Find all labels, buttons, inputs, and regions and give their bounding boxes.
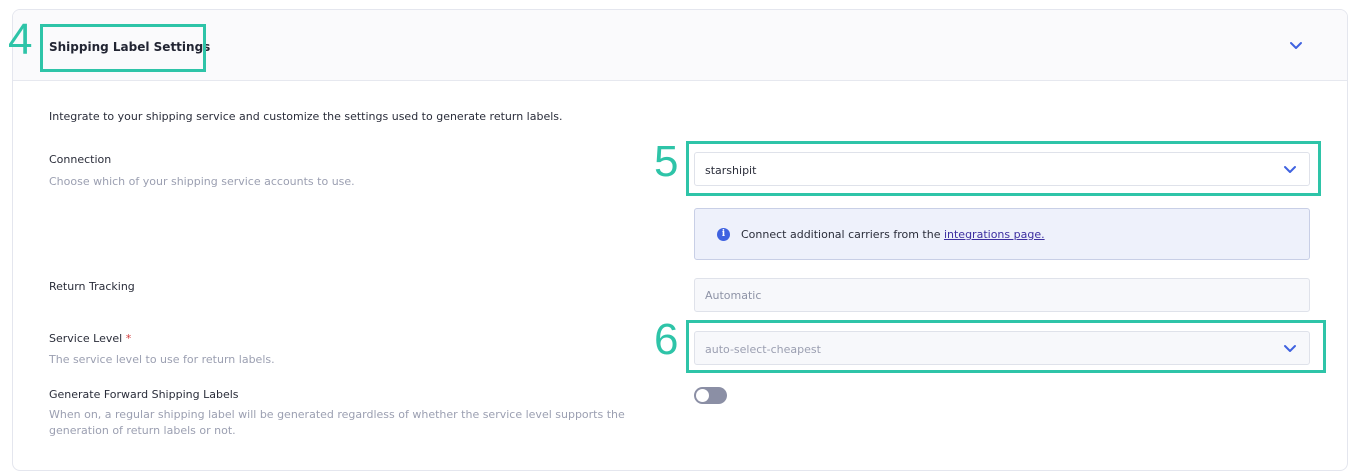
annotation-number-5: 5 bbox=[654, 137, 679, 186]
service-level-label: Service Level * bbox=[49, 332, 131, 345]
info-text: Connect additional carriers from the int… bbox=[741, 228, 1045, 241]
return-tracking-field[interactable]: Automatic bbox=[694, 278, 1310, 312]
annotation-number-6: 6 bbox=[654, 315, 679, 364]
connection-help: Choose which of your shipping service ac… bbox=[49, 175, 355, 188]
connection-label: Connection bbox=[49, 153, 112, 166]
annotation-box-5 bbox=[686, 141, 1321, 196]
required-indicator: * bbox=[125, 332, 132, 345]
info-banner: i Connect additional carriers from the i… bbox=[694, 208, 1310, 260]
info-message: Connect additional carriers from the bbox=[741, 228, 944, 241]
section-description: Integrate to your shipping service and c… bbox=[49, 110, 563, 123]
chevron-down-icon[interactable] bbox=[1287, 37, 1305, 55]
annotation-number-4: 4 bbox=[8, 15, 33, 64]
forward-labels-toggle[interactable] bbox=[694, 387, 727, 404]
service-level-label-text: Service Level bbox=[49, 332, 123, 345]
integrations-page-link[interactable]: integrations page. bbox=[944, 228, 1045, 241]
card-header[interactable]: Shipping Label Settings bbox=[13, 10, 1347, 81]
return-tracking-label: Return Tracking bbox=[49, 280, 135, 293]
forward-labels-help: When on, a regular shipping label will b… bbox=[49, 408, 625, 437]
shipping-label-settings-card: Shipping Label Settings Integrate to you… bbox=[12, 9, 1348, 471]
return-tracking-value: Automatic bbox=[705, 289, 762, 302]
service-level-help: The service level to use for return labe… bbox=[49, 353, 275, 366]
forward-labels-label: Generate Forward Shipping Labels bbox=[49, 388, 239, 401]
annotation-box-4 bbox=[40, 24, 206, 72]
info-icon: i bbox=[717, 228, 730, 241]
toggle-knob bbox=[696, 389, 709, 402]
annotation-box-6 bbox=[686, 320, 1326, 373]
